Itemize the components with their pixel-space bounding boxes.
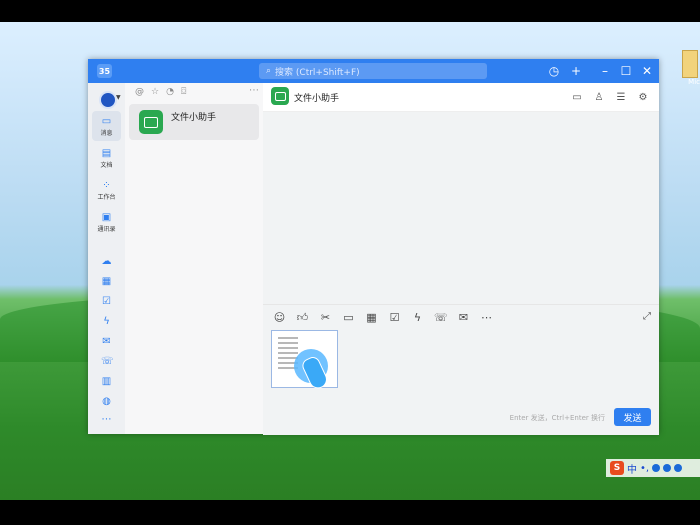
folder-icon bbox=[139, 110, 163, 134]
document-icon: ▤ bbox=[101, 147, 112, 159]
phone-icon[interactable]: ☏ bbox=[101, 356, 114, 367]
nav-docs[interactable]: ▤ 文档 bbox=[92, 143, 121, 173]
chat-header: 文件小助手 ▭ ♙ ☰ ⚙ bbox=[263, 83, 659, 112]
chevron-down-icon[interactable]: ▼ bbox=[116, 94, 121, 101]
app-window: 35 ⌕ 搜索 (Ctrl+Shift+F) ◷ + – ☐ ✕ ▼ ▭ 消息 … bbox=[88, 59, 659, 435]
settings-icon[interactable] bbox=[674, 464, 683, 472]
gear-icon[interactable]: ⚙ bbox=[636, 90, 650, 104]
app-icon[interactable]: ◍ bbox=[101, 396, 112, 407]
desktop-file-icon[interactable] bbox=[682, 50, 698, 78]
maximize-button[interactable]: ☐ bbox=[617, 62, 635, 80]
attached-image[interactable] bbox=[271, 330, 338, 392]
board-icon[interactable]: ▥ bbox=[101, 376, 112, 387]
message-icon: ▭ bbox=[101, 115, 112, 127]
ime-punct[interactable]: •, bbox=[640, 463, 649, 474]
ime-icon[interactable]: S bbox=[610, 461, 624, 475]
emoji-icon[interactable] bbox=[652, 464, 661, 472]
nav-messages[interactable]: ▭ 消息 bbox=[92, 111, 121, 141]
minimize-button[interactable]: – bbox=[596, 62, 614, 80]
mic-icon[interactable] bbox=[663, 464, 672, 472]
send-hint: Enter 发送，Ctrl+Enter 换行 bbox=[509, 414, 605, 422]
lightning-icon[interactable]: ϟ bbox=[411, 311, 424, 324]
task-icon[interactable]: ☑ bbox=[388, 311, 401, 324]
mail-icon[interactable]: ✉ bbox=[457, 311, 470, 324]
history-icon[interactable]: ◷ bbox=[545, 62, 563, 80]
folder-open-icon[interactable]: ▭ bbox=[570, 90, 584, 104]
search-placeholder: 搜索 (Ctrl+Shift+F) bbox=[275, 67, 360, 78]
avatar[interactable] bbox=[99, 91, 117, 109]
nav-label: 工作台 bbox=[97, 193, 116, 201]
folder-icon bbox=[271, 87, 289, 105]
calendar-icon[interactable]: ▦ bbox=[365, 311, 378, 324]
more-icon[interactable]: ⋯ bbox=[480, 311, 493, 324]
phone-icon[interactable]: ☏ bbox=[434, 311, 448, 324]
editor-toolbar: ☺ 👍︎ ✂ ▭ ▦ ☑ ϟ ☏ ✉ ⋯ bbox=[273, 311, 493, 324]
grid-icon: ⁘ bbox=[102, 179, 111, 191]
nav-workbench[interactable]: ⁘ 工作台 bbox=[92, 175, 121, 205]
cloud-icon[interactable]: ☁ bbox=[101, 256, 112, 267]
calendar-icon[interactable]: ▦ bbox=[101, 276, 112, 287]
system-tray: S 中 •, bbox=[606, 459, 700, 477]
search-input[interactable]: ⌕ 搜索 (Ctrl+Shift+F) bbox=[259, 63, 487, 79]
scissors-icon[interactable]: ✂ bbox=[319, 311, 332, 324]
add-user-icon[interactable]: ♙ bbox=[592, 90, 606, 104]
search-history-icon[interactable]: ☰ bbox=[614, 90, 628, 104]
chat-title: 文件小助手 bbox=[294, 94, 340, 104]
add-icon[interactable]: + bbox=[567, 62, 585, 80]
close-button[interactable]: ✕ bbox=[638, 62, 656, 80]
nav-contacts[interactable]: ▣ 通讯录 bbox=[92, 207, 121, 237]
conversation-name: 文件小助手 bbox=[171, 113, 217, 123]
nav-label: 通讯录 bbox=[97, 225, 116, 233]
more-icon[interactable]: ⋯ bbox=[101, 414, 112, 425]
more-icon[interactable]: ⋯ bbox=[249, 85, 259, 96]
task-icon[interactable]: ☑ bbox=[101, 296, 112, 307]
lightning-icon[interactable]: ϟ bbox=[101, 316, 112, 327]
expand-icon[interactable]: ⤢ bbox=[643, 311, 651, 322]
title-bar: 35 ⌕ 搜索 (Ctrl+Shift+F) ◷ + – ☐ ✕ bbox=[88, 59, 659, 83]
ime-language[interactable]: 中 bbox=[627, 461, 637, 476]
mention-icon[interactable]: @ bbox=[135, 87, 144, 97]
send-button[interactable]: 发送 bbox=[614, 408, 651, 426]
message-editor[interactable]: ☺ 👍︎ ✂ ▭ ▦ ☑ ϟ ☏ ✉ ⋯ ⤢ Enter 发送，Ctrl+Ent… bbox=[263, 304, 659, 435]
left-nav: ▼ ▭ 消息 ▤ 文档 ⁘ 工作台 ▣ 通讯录 ☁ ▦ ☑ ϟ ✉ ☏ ▥ ◍ … bbox=[88, 83, 125, 434]
emoji-icon[interactable]: ☺ bbox=[273, 311, 286, 324]
nav-label: 文档 bbox=[100, 161, 113, 169]
search-icon: ⌕ bbox=[266, 66, 272, 76]
conversation-list: @ ☆ ◔ ⌼ ⋯ 文件小助手 bbox=[125, 83, 264, 434]
folder-add-icon[interactable]: ▭ bbox=[342, 311, 355, 324]
star-icon[interactable]: ☆ bbox=[151, 87, 159, 97]
filter-icon[interactable]: ⌼ bbox=[181, 87, 186, 97]
desktop-file-label: Mic bbox=[688, 78, 700, 86]
nav-label: 消息 bbox=[100, 129, 113, 137]
mail-icon[interactable]: ✉ bbox=[101, 336, 112, 347]
app-badge[interactable]: 35 bbox=[97, 64, 112, 78]
list-item[interactable]: 文件小助手 bbox=[129, 104, 259, 140]
contacts-icon: ▣ bbox=[101, 211, 112, 223]
chat-panel: 文件小助手 ▭ ♙ ☰ ⚙ ☺ 👍︎ ✂ ▭ ▦ ☑ ϟ ☏ ✉ ⋯ ⤢ Ent… bbox=[263, 83, 659, 435]
recent-icon[interactable]: ◔ bbox=[166, 87, 174, 97]
thumbs-up-icon[interactable]: 👍︎ bbox=[296, 311, 309, 324]
